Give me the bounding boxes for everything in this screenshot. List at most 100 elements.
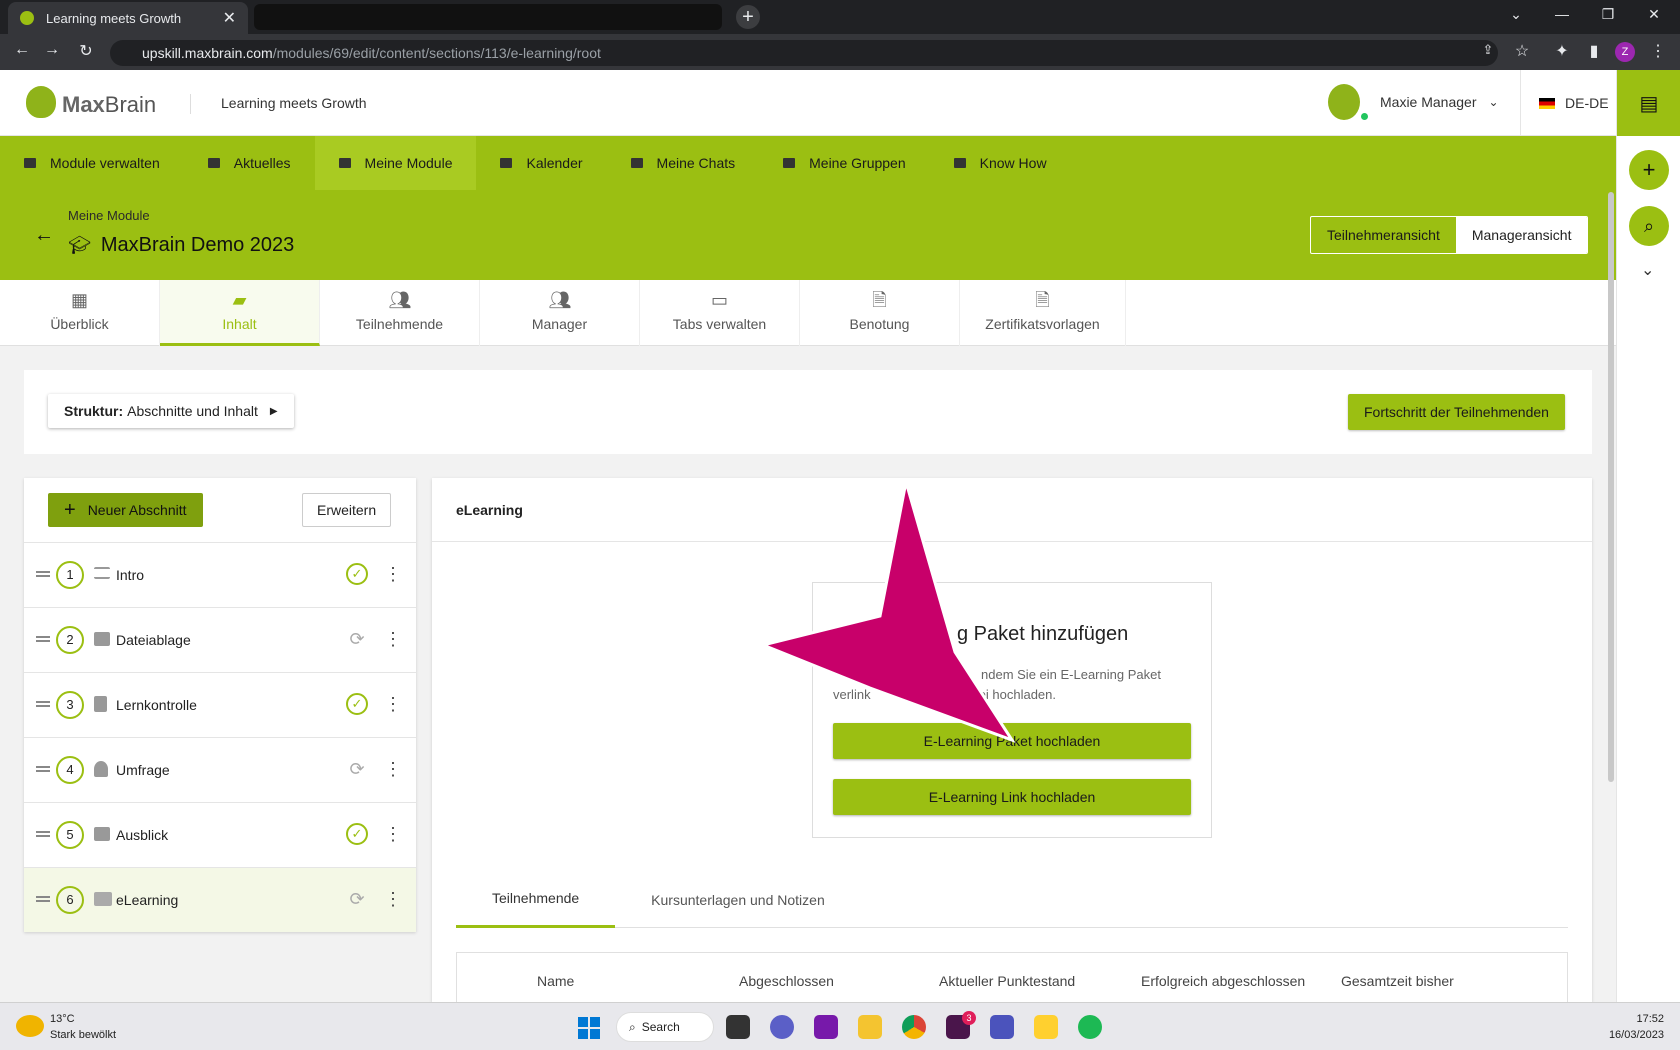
- structure-dropdown[interactable]: Struktur: Abschnitte und Inhalt ▶: [48, 394, 294, 428]
- participant-view-button[interactable]: Teilnehmeransicht: [1311, 217, 1456, 253]
- extensions-icon[interactable]: ✦: [1552, 41, 1572, 61]
- tab-ueberblick[interactable]: ▦ Überblick: [0, 280, 160, 346]
- forward-icon[interactable]: →: [42, 41, 62, 59]
- close-window-icon[interactable]: ✕: [1644, 6, 1664, 23]
- browser-tab[interactable]: Learning meets Growth ✕: [8, 2, 248, 34]
- more-vert-icon[interactable]: ⋮: [384, 628, 402, 650]
- bookmark-star-icon[interactable]: ☆: [1512, 41, 1532, 61]
- cloudy-weather-icon[interactable]: [16, 1015, 44, 1037]
- logo-brain: Brain: [104, 92, 157, 117]
- back-arrow-icon[interactable]: ←: [34, 224, 54, 247]
- drag-handle-icon[interactable]: [36, 766, 50, 772]
- upload-package-button[interactable]: E-Learning Paket hochladen: [833, 723, 1191, 759]
- nav-meine-chats[interactable]: Meine Chats: [607, 136, 760, 190]
- manager-view-button[interactable]: Manageransicht: [1455, 217, 1588, 253]
- taskbar-clock[interactable]: 17:52 16/03/2023: [1580, 1011, 1664, 1043]
- more-vert-icon[interactable]: ⋮: [384, 823, 402, 845]
- column-header[interactable]: Name: [537, 973, 574, 989]
- page-scrollbar[interactable]: [1608, 192, 1614, 782]
- maxbrain-logo-icon[interactable]: [26, 86, 56, 118]
- app-header: MaxBrain Learning meets Growth Maxie Man…: [0, 70, 1616, 136]
- nav-module-verwalten[interactable]: Module verwalten: [0, 136, 184, 190]
- spotify-icon[interactable]: [1078, 1015, 1102, 1039]
- upload-link-button[interactable]: E-Learning Link hochladen: [833, 779, 1191, 815]
- chevron-down-icon[interactable]: ⌄: [1641, 260, 1654, 280]
- search-icon[interactable]: ⌕: [1629, 206, 1669, 246]
- more-vert-icon[interactable]: ⋮: [384, 693, 402, 715]
- tab-teilnehmende[interactable]: 👥︎ Teilnehmende: [320, 280, 480, 346]
- column-header[interactable]: Abgeschlossen: [739, 973, 834, 989]
- tab-inhalt[interactable]: ▰ Inhalt: [160, 280, 320, 346]
- breadcrumb[interactable]: Meine Module: [68, 208, 150, 223]
- check-circle-icon: ✓: [346, 823, 368, 845]
- more-vert-icon[interactable]: ⋮: [384, 563, 402, 585]
- section-row[interactable]: 5 Ausblick ✓ ⋮: [24, 802, 416, 867]
- chrome-icon[interactable]: [902, 1015, 926, 1039]
- user-name: Maxie Manager: [1380, 94, 1477, 110]
- restore-icon[interactable]: ❐: [1598, 6, 1618, 23]
- new-section-button[interactable]: + Neuer Abschnitt: [48, 493, 203, 527]
- participant-progress-button[interactable]: Fortschritt der Teilnehmenden: [1348, 394, 1565, 430]
- tab-teilnehmende[interactable]: Teilnehmende: [456, 872, 616, 928]
- nav-meine-gruppen[interactable]: Meine Gruppen: [759, 136, 930, 190]
- sync-icon: ⟳: [349, 629, 365, 649]
- miro-icon[interactable]: [1034, 1015, 1058, 1039]
- tab-label: Tabs verwalten: [672, 316, 767, 332]
- minimize-icon[interactable]: —: [1552, 6, 1572, 22]
- column-header[interactable]: Gesamtzeit bisher: [1341, 973, 1454, 989]
- maxbrain-logo-text[interactable]: MaxBrain: [62, 92, 156, 118]
- nav-aktuelles[interactable]: Aktuelles: [184, 136, 315, 190]
- section-row[interactable]: 3 Lernkontrolle ✓ ⋮: [24, 672, 416, 737]
- teams-icon[interactable]: [990, 1015, 1014, 1039]
- section-row[interactable]: 4 Umfrage ⟳ ⋮: [24, 737, 416, 802]
- teams-chat-icon[interactable]: [770, 1015, 794, 1039]
- share-icon[interactable]: ⇪: [1478, 42, 1498, 58]
- windows-start-icon[interactable]: [578, 1017, 600, 1039]
- browser-toolbar: ← → ↻ upskill.maxbrain.com/modules/69/ed…: [0, 34, 1680, 70]
- nav-label: Meine Gruppen: [809, 155, 906, 171]
- tab-benotung[interactable]: 🗎︎ Benotung: [800, 280, 960, 346]
- close-tab-icon[interactable]: ✕: [223, 8, 236, 28]
- column-header[interactable]: Erfolgreich abgeschlossen: [1141, 973, 1305, 989]
- task-view-icon[interactable]: [726, 1015, 750, 1039]
- user-menu[interactable]: Maxie Manager ⌄: [1380, 94, 1499, 110]
- url-bar[interactable]: upskill.maxbrain.com/modules/69/edit/con…: [110, 40, 1498, 66]
- nav-kalender[interactable]: Kalender: [476, 136, 606, 190]
- section-row-selected[interactable]: 6 eLearning ⟳ ⋮: [24, 867, 416, 932]
- sidepanel-icon[interactable]: ▮: [1584, 41, 1604, 61]
- chat-icon[interactable]: ▤: [1617, 70, 1680, 136]
- back-icon[interactable]: ←: [12, 41, 32, 59]
- drag-handle-icon[interactable]: [36, 636, 50, 642]
- more-vert-icon[interactable]: ⋮: [384, 758, 402, 780]
- menu-kebab-icon[interactable]: ⋮: [1648, 41, 1668, 61]
- browser-tab-blurred[interactable]: [254, 4, 722, 30]
- nav-meine-module[interactable]: Meine Module: [314, 136, 477, 190]
- tab-zertifikatsvorlagen[interactable]: 🗎︎ Zertifikatsvorlagen: [960, 280, 1126, 346]
- user-avatar[interactable]: [1328, 84, 1360, 120]
- drag-handle-icon[interactable]: [36, 831, 50, 837]
- tab-manager[interactable]: 👥︎ Manager: [480, 280, 640, 346]
- language-selector[interactable]: DE-DE: [1520, 70, 1616, 136]
- sync-icon: ⟳: [349, 889, 365, 909]
- drag-handle-icon[interactable]: [36, 896, 50, 902]
- column-header[interactable]: Aktueller Punktestand: [939, 973, 1075, 989]
- tab-label: Teilnehmende: [355, 316, 444, 332]
- section-row[interactable]: 2 Dateiablage ⟳ ⋮: [24, 607, 416, 672]
- tab-search-icon[interactable]: ⌄: [1506, 6, 1526, 23]
- drag-handle-icon[interactable]: [36, 701, 50, 707]
- reload-icon[interactable]: ↻: [76, 41, 96, 61]
- expand-button[interactable]: Erweitern: [302, 493, 392, 527]
- section-row[interactable]: 1 Intro ✓ ⋮: [24, 542, 416, 607]
- tab-kursunterlagen[interactable]: Kursunterlagen und Notizen: [615, 872, 861, 928]
- file-explorer-icon[interactable]: [858, 1015, 882, 1039]
- nav-know-how[interactable]: Know How: [930, 136, 1071, 190]
- profile-avatar[interactable]: Z: [1615, 42, 1635, 62]
- add-icon[interactable]: +: [1629, 150, 1669, 190]
- notification-badge: 3: [962, 1011, 976, 1025]
- more-vert-icon[interactable]: ⋮: [384, 888, 402, 910]
- onenote-icon[interactable]: [814, 1015, 838, 1039]
- taskbar-search[interactable]: ⌕ Search: [616, 1012, 714, 1042]
- tab-tabs-verwalten[interactable]: ▭ Tabs verwalten: [640, 280, 800, 346]
- drag-handle-icon[interactable]: [36, 571, 50, 577]
- new-tab-button[interactable]: +: [736, 5, 760, 29]
